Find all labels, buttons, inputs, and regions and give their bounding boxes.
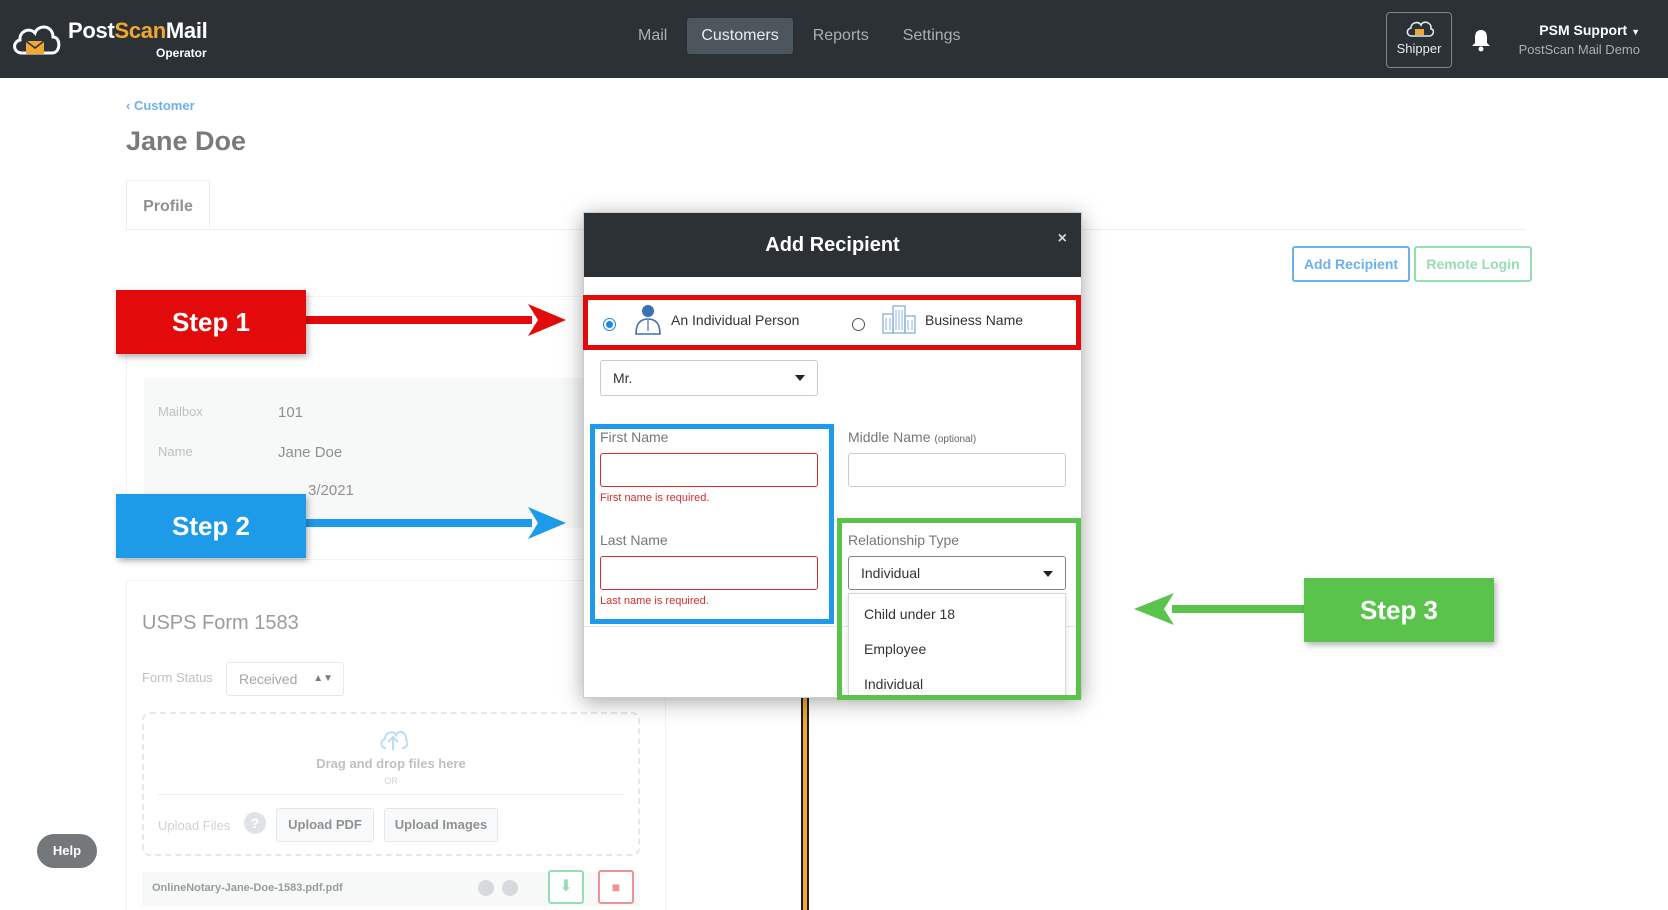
shipper-label: Shipper: [1396, 41, 1442, 56]
bell-icon[interactable]: [1470, 28, 1492, 52]
nav-settings[interactable]: Settings: [889, 18, 975, 54]
middle-name-label: Middle Name (optional): [848, 429, 977, 445]
step1-label: Step 1: [116, 290, 306, 354]
chevron-down-icon: ▼: [1631, 27, 1640, 37]
step2-highlight-box: [590, 424, 834, 624]
user-org: PostScan Mail Demo: [1518, 42, 1640, 57]
step1-highlight-box: [583, 295, 1081, 350]
modal-title: Add Recipient: [584, 213, 1081, 277]
caret-down-icon: [795, 375, 805, 381]
nav-mail[interactable]: Mail: [624, 18, 681, 54]
close-icon[interactable]: ×: [1058, 229, 1067, 249]
modal-band: [584, 277, 1081, 289]
nav-reports[interactable]: Reports: [799, 18, 883, 54]
step3-highlight-box: [837, 518, 1081, 700]
user-menu[interactable]: PSM Support ▼ PostScan Mail Demo: [1510, 22, 1660, 57]
step3-label: Step 3: [1304, 578, 1494, 642]
user-name: PSM Support ▼: [1539, 22, 1640, 38]
logo-wordmark: PostScanMail: [68, 18, 208, 43]
background-divider-line: [801, 696, 809, 910]
shipper-button[interactable]: Shipper: [1386, 12, 1452, 68]
name-prefix-select[interactable]: Mr.: [600, 360, 818, 396]
main-nav: Mail Customers Reports Settings: [624, 18, 975, 54]
logo-subtitle: Operator: [156, 46, 207, 60]
cloud-mail-logo-icon: [10, 17, 62, 61]
app-logo[interactable]: PostScanMail Operator: [10, 12, 208, 66]
middle-name-input[interactable]: [848, 453, 1066, 487]
shipper-cloud-icon: [1406, 21, 1434, 37]
top-navbar: PostScanMail Operator Mail Customers Rep…: [0, 0, 1668, 78]
nav-customers[interactable]: Customers: [687, 18, 793, 54]
step2-label: Step 2: [116, 494, 306, 558]
